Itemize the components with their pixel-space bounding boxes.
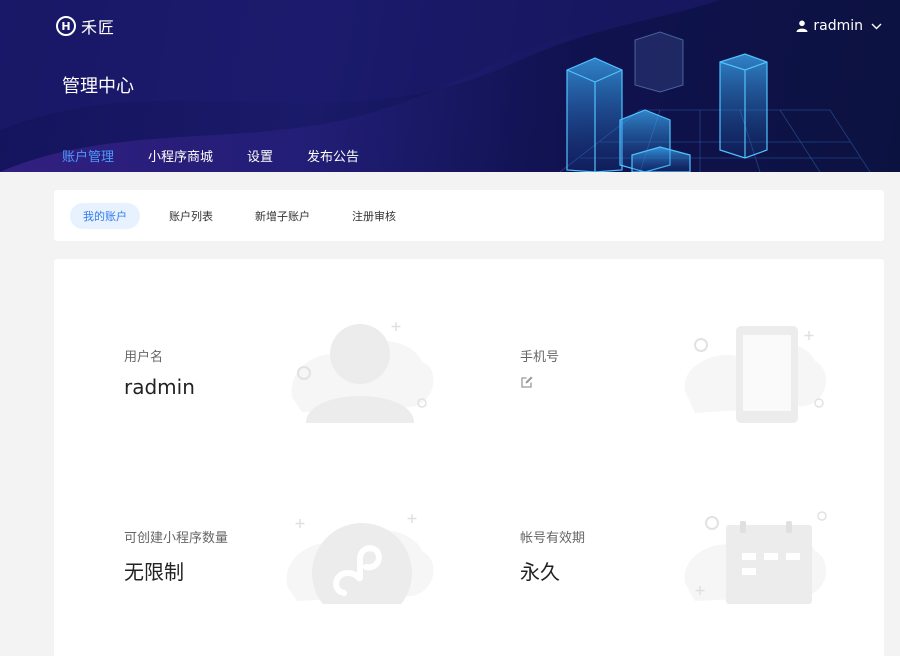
account-info-card: 用户名 radmin 手机号 可创建小程序数量 无限制 帐号有效期 永久 <box>54 259 884 656</box>
subnav-account-list[interactable]: 账户列表 <box>156 203 226 229</box>
header-banner: H 禾匠 radmin 管理中心 账户管理 小程序商城 设置 发布公告 <box>0 0 900 172</box>
phone-illustration-icon <box>684 326 827 423</box>
username-label: radmin <box>813 18 863 34</box>
tab-mini-program-store[interactable]: 小程序商城 <box>148 146 213 172</box>
validity-value: 永久 <box>520 560 560 584</box>
page-title: 管理中心 <box>62 76 134 97</box>
tab-settings[interactable]: 设置 <box>247 146 273 172</box>
validity-label: 帐号有效期 <box>520 531 586 546</box>
subnav-add-sub-account[interactable]: 新增子账户 <box>242 203 323 229</box>
app-limit-label: 可创建小程序数量 <box>124 531 229 546</box>
brand-logo[interactable]: H 禾匠 <box>56 14 115 38</box>
subnav-registration-review[interactable]: 注册审核 <box>339 203 409 229</box>
phone-label: 手机号 <box>520 350 560 365</box>
username-value: radmin <box>124 375 195 399</box>
app-limit-field: 可创建小程序数量 无限制 <box>124 527 228 585</box>
username-field: 用户名 radmin <box>124 346 195 399</box>
validity-field: 帐号有效期 永久 <box>520 527 585 585</box>
user-menu[interactable]: radmin <box>796 18 882 34</box>
logo-mark-icon: H <box>56 16 76 36</box>
user-icon <box>796 20 808 32</box>
account-subnav: 我的账户 账户列表 新增子账户 注册审核 <box>54 190 884 241</box>
tab-account-management[interactable]: 账户管理 <box>62 146 114 172</box>
app-limit-value: 无限制 <box>124 560 184 584</box>
phone-field: 手机号 <box>520 346 559 389</box>
tab-announcements[interactable]: 发布公告 <box>307 146 359 172</box>
mini-program-illustration-icon <box>286 514 434 604</box>
main-nav: 账户管理 小程序商城 设置 发布公告 <box>62 146 393 172</box>
chevron-down-icon <box>871 23 882 29</box>
user-illustration-icon <box>291 322 434 423</box>
brand-name: 禾匠 <box>81 18 116 37</box>
edit-icon[interactable] <box>520 375 534 389</box>
username-label: 用户名 <box>124 350 164 365</box>
calendar-illustration-icon <box>684 511 827 604</box>
subnav-my-account[interactable]: 我的账户 <box>70 202 140 229</box>
